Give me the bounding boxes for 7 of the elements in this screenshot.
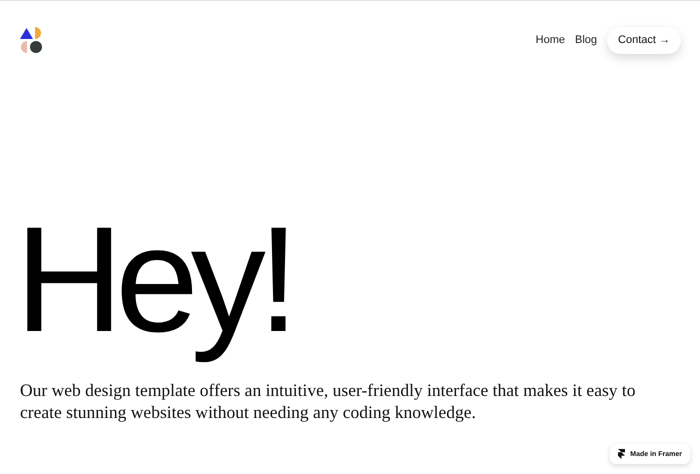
hero-description: Our web design template offers an intuitive, user-friendly interface that makes it easy to create stunning websites without needing any coding knowledge. (20, 379, 637, 423)
logo-icon[interactable] (20, 27, 43, 53)
framer-icon (618, 449, 626, 459)
nav-link[interactable]: Blog (575, 34, 598, 46)
contact-button[interactable]: Contact → (607, 26, 681, 54)
nav-link[interactable]: Home (536, 34, 565, 46)
hero-heading: Hey! (15, 194, 292, 365)
